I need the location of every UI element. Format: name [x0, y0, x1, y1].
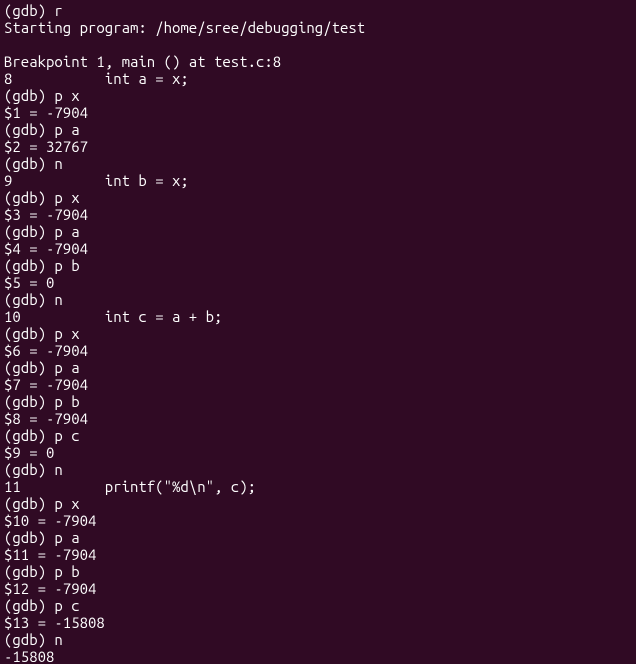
terminal-line: (gdb) p a — [4, 121, 632, 138]
terminal-line: $7 = -7904 — [4, 376, 632, 393]
terminal-line: $11 = -7904 — [4, 546, 632, 563]
terminal-line: 11 printf("%d\n", c); — [4, 478, 632, 495]
terminal-line: $8 = -7904 — [4, 410, 632, 427]
terminal-line: -15808 — [4, 648, 632, 664]
terminal-line: (gdb) n — [4, 291, 632, 308]
terminal-line: Breakpoint 1, main () at test.c:8 — [4, 53, 632, 70]
terminal-line: $1 = -7904 — [4, 104, 632, 121]
terminal-line: 8 int a = x; — [4, 70, 632, 87]
terminal-line: (gdb) n — [4, 631, 632, 648]
terminal-line: $9 = 0 — [4, 444, 632, 461]
terminal-line: 10 int c = a + b; — [4, 308, 632, 325]
terminal-line: (gdb) n — [4, 155, 632, 172]
terminal-line: (gdb) p a — [4, 223, 632, 240]
terminal-line: $5 = 0 — [4, 274, 632, 291]
terminal-line: (gdb) p x — [4, 87, 632, 104]
terminal-line: (gdb) r — [4, 2, 632, 19]
terminal-line: $6 = -7904 — [4, 342, 632, 359]
terminal-line: (gdb) p x — [4, 495, 632, 512]
terminal-line — [4, 36, 632, 53]
terminal-line: $4 = -7904 — [4, 240, 632, 257]
terminal-line: $13 = -15808 — [4, 614, 632, 631]
terminal-line: (gdb) n — [4, 461, 632, 478]
terminal-line: Starting program: /home/sree/debugging/t… — [4, 19, 632, 36]
terminal-line: (gdb) p x — [4, 325, 632, 342]
terminal-line: (gdb) p c — [4, 597, 632, 614]
terminal-line: $10 = -7904 — [4, 512, 632, 529]
terminal-line: 9 int b = x; — [4, 172, 632, 189]
terminal-line: (gdb) p c — [4, 427, 632, 444]
terminal-line: (gdb) p b — [4, 257, 632, 274]
terminal-line: (gdb) p x — [4, 189, 632, 206]
terminal-line: (gdb) p b — [4, 393, 632, 410]
terminal-output[interactable]: (gdb) rStarting program: /home/sree/debu… — [0, 0, 636, 664]
terminal-line: $2 = 32767 — [4, 138, 632, 155]
terminal-line: (gdb) p a — [4, 529, 632, 546]
terminal-line: (gdb) p b — [4, 563, 632, 580]
terminal-line: $3 = -7904 — [4, 206, 632, 223]
terminal-line: $12 = -7904 — [4, 580, 632, 597]
terminal-line: (gdb) p a — [4, 359, 632, 376]
